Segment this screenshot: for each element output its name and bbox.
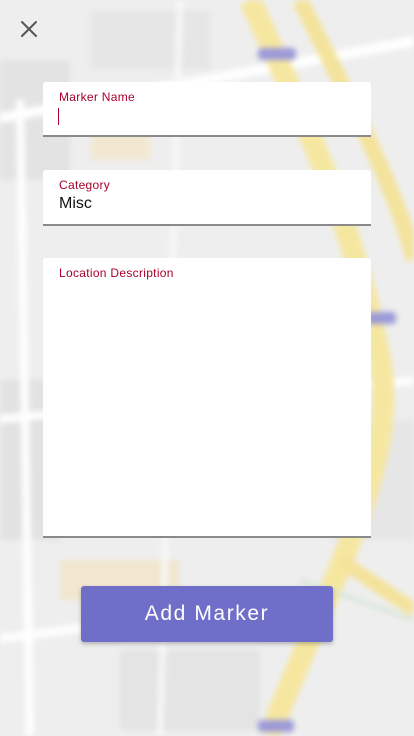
category-value[interactable]: Misc [59,195,92,213]
close-button[interactable] [14,14,44,44]
text-caret [58,108,59,125]
category-label: Category [59,178,111,192]
marker-name-field[interactable]: Marker Name [43,82,371,137]
location-description-label: Location Description [59,266,174,280]
add-marker-button[interactable]: Add Marker [81,586,333,642]
category-field[interactable]: Category Misc [43,170,371,226]
location-description-field[interactable]: Location Description [43,258,371,538]
add-marker-button-label: Add Marker [144,602,270,625]
close-icon [21,21,37,37]
marker-name-label: Marker Name [59,90,135,104]
